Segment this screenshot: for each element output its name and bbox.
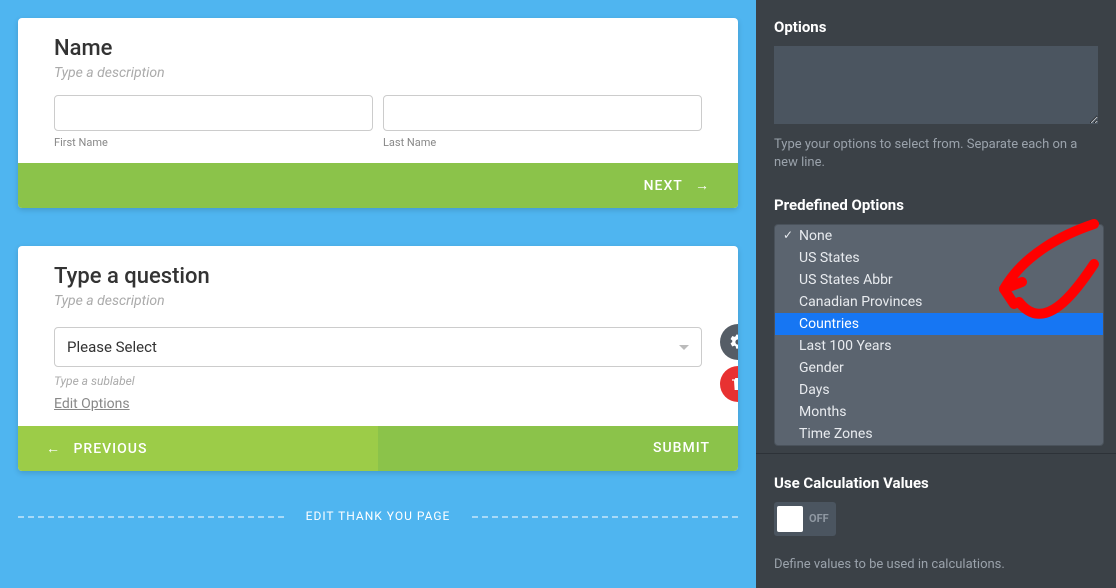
settings-sidebar: Options Type your options to select from… (756, 0, 1116, 588)
previous-button[interactable]: ← PREVIOUS (18, 426, 378, 471)
question-title[interactable]: Type a question (54, 264, 702, 289)
first-name-input[interactable] (54, 95, 373, 131)
toggle-label: OFF (809, 512, 829, 525)
dropdown-question-card[interactable]: Type a question Type a description Pleas… (18, 246, 738, 471)
name-card: Name Type a description First Name Last … (18, 18, 738, 208)
first-name-sublabel: First Name (54, 136, 373, 149)
options-heading: Options (774, 18, 1098, 36)
calc-values-heading: Use Calculation Values (774, 474, 1098, 492)
edit-options-link[interactable]: Edit Options (54, 396, 130, 412)
delete-button[interactable] (720, 366, 738, 402)
trash-icon (730, 376, 738, 392)
dropdown-value: Please Select (67, 338, 157, 356)
dropdown-select[interactable]: Please Select (54, 327, 702, 367)
next-button[interactable]: NEXT → (18, 163, 738, 208)
edit-thank-you-link[interactable]: EDIT THANK YOU PAGE (18, 509, 738, 523)
chevron-down-icon (679, 345, 689, 350)
predefined-option-days[interactable]: Days (775, 379, 1103, 401)
gear-icon (729, 333, 738, 351)
last-name-sublabel: Last Name (383, 136, 702, 149)
dropdown-sublabel[interactable]: Type a sublabel (54, 374, 702, 388)
predefined-option-last-100-years[interactable]: Last 100 Years (775, 335, 1103, 357)
predefined-option-gender[interactable]: Gender (775, 357, 1103, 379)
predefined-dropdown[interactable]: None US States US States Abbr Canadian P… (774, 224, 1104, 446)
predefined-heading: Predefined Options (774, 196, 1098, 214)
question-description[interactable]: Type a description (54, 293, 702, 309)
form-builder-canvas: Name Type a description First Name Last … (0, 0, 756, 588)
toggle-handle (777, 506, 803, 532)
settings-button[interactable] (720, 324, 738, 360)
predefined-option-canadian-provinces[interactable]: Canadian Provinces (775, 291, 1103, 313)
predefined-option-us-states-abbr[interactable]: US States Abbr (775, 269, 1103, 291)
submit-button[interactable]: SUBMIT (378, 426, 738, 471)
predefined-option-countries[interactable]: Countries (775, 313, 1103, 335)
predefined-option-months[interactable]: Months (775, 401, 1103, 423)
arrow-right-icon: → (695, 178, 710, 194)
predefined-option-none[interactable]: None (775, 225, 1103, 247)
predefined-option-time-zones[interactable]: Time Zones (775, 423, 1103, 445)
last-name-input[interactable] (383, 95, 702, 131)
name-title: Name (54, 36, 702, 61)
calc-values-hint: Define values to be used in calculations… (774, 556, 1098, 574)
arrow-left-icon: ← (46, 441, 61, 457)
previous-label: PREVIOUS (73, 441, 147, 457)
calc-values-toggle[interactable]: OFF (774, 502, 836, 536)
options-textarea[interactable] (774, 46, 1098, 124)
next-label: NEXT (644, 178, 683, 194)
name-description[interactable]: Type a description (54, 65, 702, 81)
options-hint: Type your options to select from. Separa… (774, 136, 1098, 172)
predefined-option-us-states[interactable]: US States (775, 247, 1103, 269)
submit-label: SUBMIT (653, 440, 710, 456)
